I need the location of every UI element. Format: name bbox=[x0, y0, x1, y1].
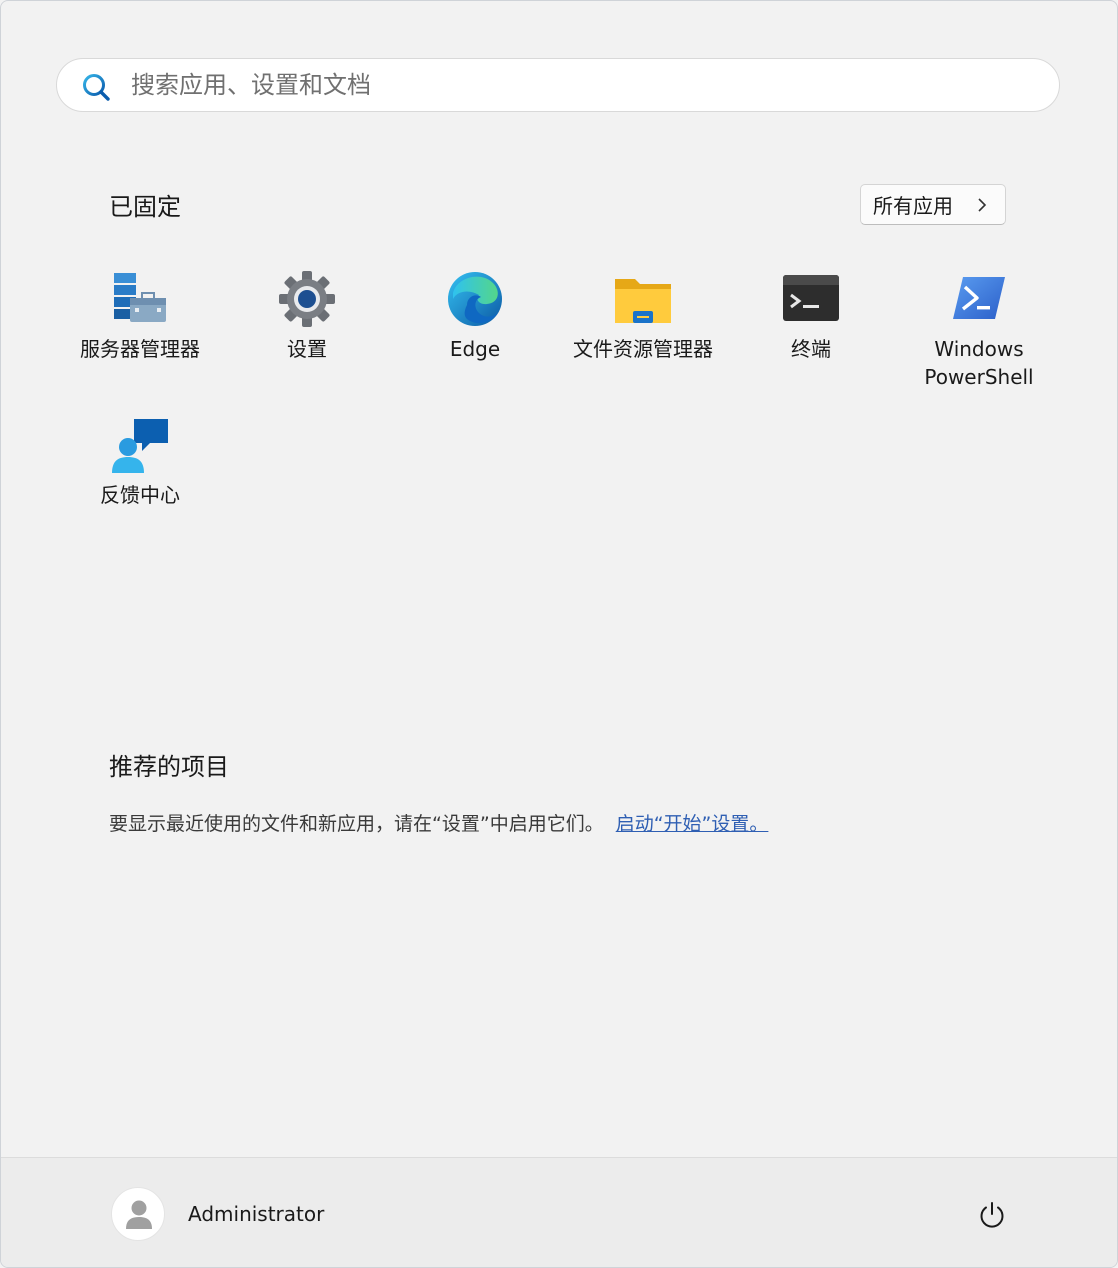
start-settings-link[interactable]: 启动“开始”设置。 bbox=[616, 813, 769, 835]
search-box[interactable] bbox=[56, 58, 1060, 112]
pinned-app-server-manager[interactable]: 服务器管理器 bbox=[56, 259, 224, 399]
powershell-icon bbox=[953, 277, 1005, 319]
recommended-section-title: 推荐的项目 bbox=[109, 753, 229, 781]
pinned-app-powershell[interactable]: Windows PowerShell bbox=[895, 259, 1063, 399]
app-label: 设置 bbox=[287, 337, 327, 361]
pinned-app-edge[interactable]: Edge bbox=[391, 259, 559, 399]
app-label: Windows PowerShell bbox=[924, 337, 1034, 389]
app-label: Edge bbox=[449, 337, 501, 361]
start-footer: Administrator bbox=[1, 1157, 1117, 1267]
edge-icon bbox=[448, 272, 502, 326]
settings-gear-icon bbox=[279, 271, 335, 327]
pinned-section-title: 已固定 bbox=[109, 193, 181, 221]
avatar bbox=[111, 1187, 165, 1241]
pinned-app-settings[interactable]: 设置 bbox=[223, 259, 391, 399]
app-label: 文件资源管理器 bbox=[573, 337, 713, 361]
terminal-icon bbox=[783, 275, 839, 321]
pinned-app-file-explorer[interactable]: 文件资源管理器 bbox=[559, 259, 727, 399]
recommended-message-text: 要显示最近使用的文件和新应用，请在“设置”中启用它们。 bbox=[109, 813, 604, 835]
app-label: 反馈中心 bbox=[100, 483, 180, 507]
power-button[interactable] bbox=[967, 1192, 1017, 1238]
search-input[interactable] bbox=[131, 59, 1031, 111]
server-manager-icon bbox=[114, 273, 166, 322]
all-apps-button[interactable]: 所有应用 bbox=[860, 184, 1006, 225]
feedback-hub-icon bbox=[112, 419, 168, 473]
app-label: 终端 bbox=[791, 337, 831, 361]
all-apps-label: 所有应用 bbox=[873, 194, 953, 218]
chevron-right-icon bbox=[978, 198, 987, 212]
pinned-app-feedback-hub[interactable]: 反馈中心 bbox=[56, 405, 224, 545]
power-icon bbox=[980, 1202, 1004, 1228]
user-name: Administrator bbox=[188, 1202, 325, 1226]
recommended-message: 要显示最近使用的文件和新应用，请在“设置”中启用它们。 启动“开始”设置。 bbox=[109, 809, 768, 836]
app-label: 服务器管理器 bbox=[80, 337, 200, 361]
start-menu: 已固定 所有应用 服务器管理器 bbox=[0, 0, 1118, 1268]
user-avatar-icon bbox=[126, 1200, 152, 1229]
search-icon bbox=[83, 74, 110, 101]
user-account-button[interactable]: Administrator bbox=[111, 1186, 324, 1242]
pinned-app-terminal[interactable]: 终端 bbox=[727, 259, 895, 399]
file-explorer-icon bbox=[615, 279, 671, 323]
